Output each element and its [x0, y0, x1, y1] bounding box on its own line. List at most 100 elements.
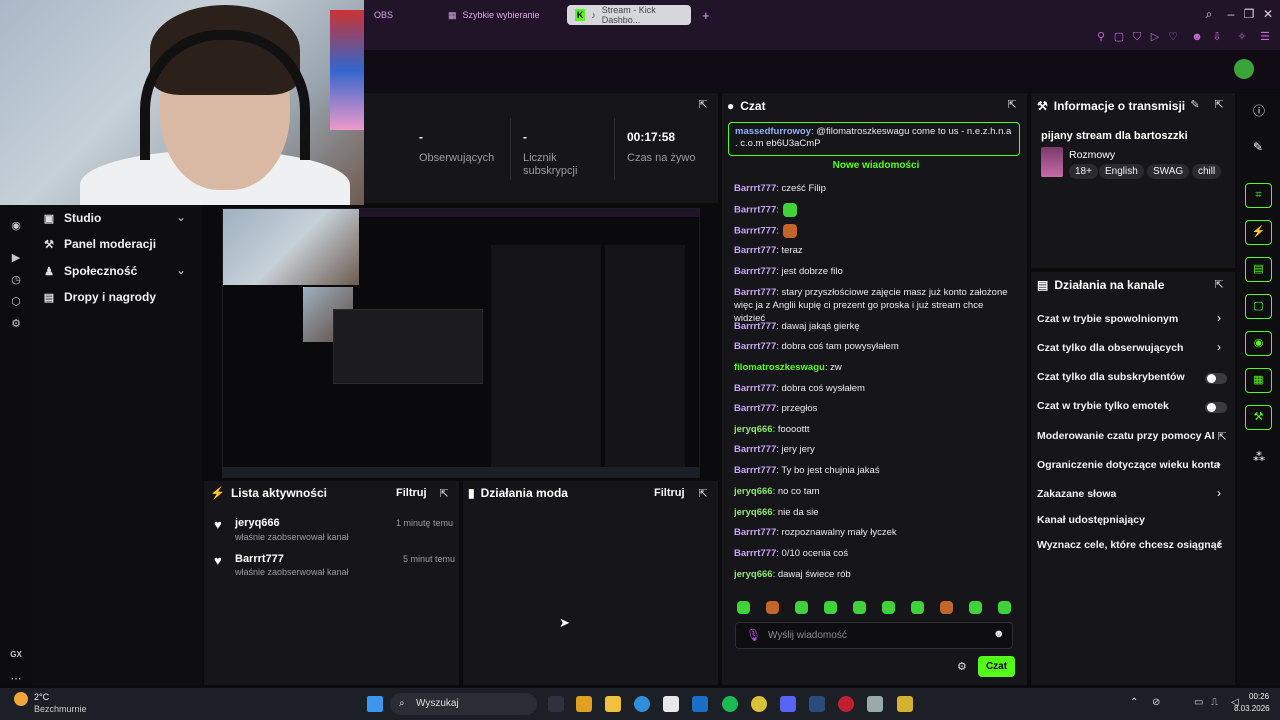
chevron-up-icon[interactable]: ⌃	[1130, 697, 1138, 708]
channel-action-label[interactable]: Kanał udostępniający	[1037, 514, 1145, 526]
outlook-icon[interactable]	[692, 696, 708, 712]
popout-icon[interactable]: ⇱	[697, 99, 709, 111]
app-icon[interactable]	[897, 696, 913, 712]
chevron-right-icon[interactable]: ›	[1217, 486, 1221, 500]
chat-username[interactable]: Barrrt777	[734, 403, 776, 414]
channel-action-label[interactable]: Moderowanie czatu przy pomocy AI	[1037, 430, 1215, 442]
chat-username[interactable]: jeryq666	[734, 424, 773, 435]
player-icon[interactable]: ▶	[9, 251, 23, 265]
category-thumbnail[interactable]	[1041, 147, 1063, 177]
chevron-down-icon[interactable]: ⌄	[176, 263, 186, 277]
storage-icon[interactable]: ▦	[1245, 368, 1272, 393]
popout-icon[interactable]: ⇱	[1213, 279, 1225, 291]
chat-message[interactable]: Barrrt777: dawaj jakąś gierkę	[734, 320, 1014, 333]
search-icon[interactable]: ⌕	[1200, 7, 1218, 22]
play-icon[interactable]: ▷	[1148, 30, 1162, 44]
lightning-icon[interactable]: ⚡	[1245, 220, 1272, 245]
sidebar-item-community[interactable]: ♟ Społeczność	[42, 261, 137, 281]
tag[interactable]: 18+	[1069, 164, 1098, 179]
chat-username[interactable]: Barrrt777	[734, 266, 776, 277]
emote-icon[interactable]	[882, 601, 895, 614]
channel-action-label[interactable]: Czat tylko dla obserwujących	[1037, 342, 1183, 354]
spotify-icon[interactable]	[722, 696, 738, 712]
extensions-icon[interactable]: ⬡	[9, 295, 23, 309]
sidebar-item-moderation[interactable]: ⚒ Panel moderacji	[42, 234, 156, 254]
tag[interactable]: SWAG	[1147, 164, 1190, 179]
chat-username[interactable]: Barrrt777	[734, 205, 776, 216]
clock-time[interactable]: 00:26	[1249, 692, 1269, 701]
maximize-icon[interactable]: ❐	[1240, 7, 1258, 21]
chevron-right-icon[interactable]: ›	[1217, 537, 1221, 551]
snapshot-icon[interactable]: ▢	[1112, 30, 1126, 44]
chevron-down-icon[interactable]: ⌄	[176, 210, 186, 224]
chat-message[interactable]: Barrrt777: dobra coś tam powysyłałem	[734, 340, 1014, 353]
menu-icon[interactable]: ☰	[1258, 30, 1272, 44]
clock-date[interactable]: 8.03.2026	[1234, 704, 1270, 713]
apps-icon[interactable]: ⁂	[1253, 450, 1265, 464]
weather-desc[interactable]: Bezchmurnie	[34, 704, 87, 714]
edit-icon[interactable]: ✎	[1253, 140, 1263, 154]
discord-icon[interactable]	[780, 696, 796, 712]
wrench-icon[interactable]: ⚒	[1245, 405, 1272, 430]
windows-start-icon[interactable]	[367, 696, 383, 712]
chat-username[interactable]: Barrrt777	[734, 321, 776, 332]
sidebar-item-studio[interactable]: ▣ Studio	[42, 208, 102, 228]
tab-obs[interactable]: OBS	[366, 5, 401, 25]
chat-message[interactable]: Barrrt777: jest dobrze filo	[734, 265, 1014, 278]
category-name[interactable]: Rozmowy	[1069, 149, 1115, 161]
chat-username[interactable]: Barrrt777	[734, 245, 776, 256]
copilot-icon[interactable]	[576, 696, 592, 712]
chat-message[interactable]: jeryq666: dawaj świece rób	[734, 568, 1014, 581]
channel-action-label[interactable]: Wyznacz cele, które chcesz osiągnąć	[1037, 539, 1222, 551]
toggle-switch[interactable]	[1205, 402, 1227, 413]
chat-username[interactable]: Barrrt777	[734, 444, 776, 455]
pinned-user[interactable]: massedfurrowoy	[735, 126, 811, 137]
steam-icon[interactable]	[809, 696, 825, 712]
external-link-icon[interactable]: ⇱	[1216, 431, 1228, 443]
opera-gx-icon[interactable]	[838, 696, 854, 712]
popout-icon[interactable]: ⇱	[1213, 99, 1225, 111]
chat-message[interactable]: Barrrt777: dobra coś wysłałem	[734, 382, 1014, 395]
network-icon[interactable]: ⊘	[1152, 697, 1160, 708]
channel-action-label[interactable]: Ograniczenie dotyczące wieku konta	[1037, 459, 1220, 471]
chat-settings-icon[interactable]: ⚙	[957, 660, 967, 673]
settings-icon[interactable]	[867, 696, 883, 712]
ethernet-icon[interactable]: ⎍	[1211, 697, 1218, 708]
obs-icon[interactable]	[751, 696, 767, 712]
edge-icon[interactable]	[634, 696, 650, 712]
chat-message[interactable]: filomatroszkeswagu: zw	[734, 361, 1014, 374]
history-icon[interactable]: ◷	[9, 273, 23, 287]
emote-icon[interactable]	[766, 601, 779, 614]
new-tab-button[interactable]: +	[694, 5, 718, 25]
minimize-icon[interactable]: –	[1222, 7, 1240, 21]
new-messages-divider[interactable]: Nowe wiadomości	[732, 160, 1020, 174]
file-explorer-icon[interactable]	[605, 696, 621, 712]
chevron-right-icon[interactable]: ›	[1217, 457, 1221, 471]
document-icon[interactable]: ▤	[1245, 257, 1272, 282]
capture-icon[interactable]: ⌗	[1245, 183, 1272, 208]
profile-icon[interactable]: ☻	[1190, 30, 1204, 44]
activity-user[interactable]: Barrrt777	[235, 553, 284, 565]
chat-username[interactable]: Barrrt777	[734, 341, 776, 352]
task-view-icon[interactable]	[548, 696, 564, 712]
info-icon[interactable]: ⓘ	[1253, 102, 1265, 119]
emote-icon[interactable]	[940, 601, 953, 614]
taskbar-search[interactable]: ⌕ Wyszukaj	[390, 693, 537, 715]
chat-send-button[interactable]: Czat	[978, 656, 1015, 677]
emote-icon[interactable]	[737, 601, 750, 614]
emote-icon[interactable]	[782, 224, 797, 238]
chevron-right-icon[interactable]: ›	[1217, 311, 1221, 325]
sidebar-item-drops[interactable]: ▤ Dropy i nagrody	[42, 287, 156, 307]
channel-action-label[interactable]: Czat w trybie spowolnionym	[1037, 313, 1178, 325]
chat-username[interactable]: Barrrt777	[734, 548, 776, 559]
chat-username[interactable]: Barrrt777	[734, 226, 776, 237]
activity-filter-button[interactable]: Filtruj	[396, 487, 427, 499]
chat-message[interactable]: jeryq666: nie da sie	[734, 506, 1014, 519]
weather-temp[interactable]: 2°C	[34, 692, 49, 702]
chat-username[interactable]: filomatroszkeswagu	[734, 362, 825, 373]
chat-message[interactable]: Barrrt777: jery jery	[734, 443, 1014, 456]
chat-message[interactable]: Barrrt777: rozpoznawalny mały łyczek	[734, 526, 1014, 539]
ai-icon[interactable]: ✧	[1232, 30, 1252, 44]
broadcast-icon[interactable]: ◉	[1245, 331, 1272, 356]
microphone-icon[interactable]: 🎙	[746, 628, 761, 642]
